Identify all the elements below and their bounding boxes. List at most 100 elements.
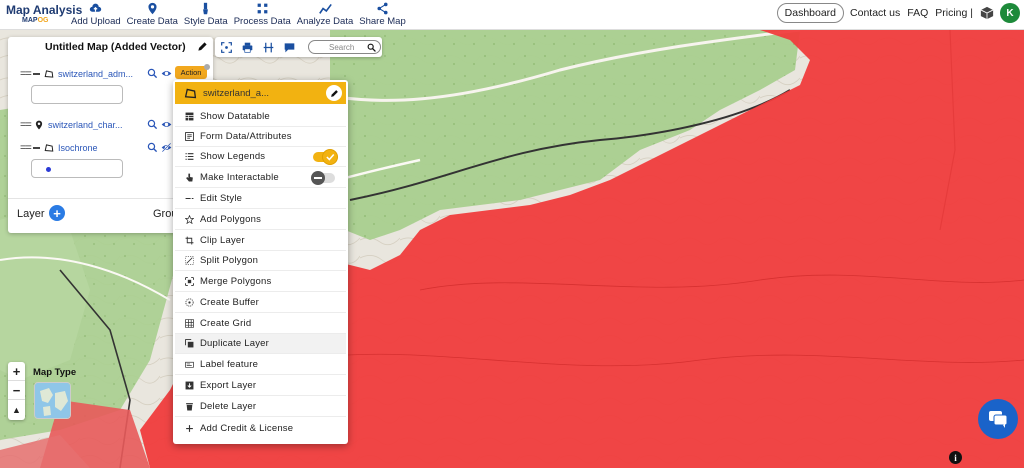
pin-icon xyxy=(35,120,43,130)
menu-add-credit[interactable]: Add Credit & License xyxy=(175,418,346,438)
menu-delete-layer[interactable]: Delete Layer xyxy=(175,397,346,417)
edit-title-icon[interactable] xyxy=(197,41,208,52)
visibility-off-icon[interactable] xyxy=(161,142,172,153)
menu-item-label: Form Data/Attributes xyxy=(200,131,292,142)
comment-icon[interactable] xyxy=(284,42,295,53)
menu-create-buffer[interactable]: Create Buffer xyxy=(175,293,346,313)
fullscreen-focus-icon[interactable] xyxy=(221,41,232,53)
nav-label: Add Upload xyxy=(71,16,121,27)
pencil-icon xyxy=(330,89,338,97)
zoom-in-button[interactable]: + xyxy=(8,362,25,381)
add-layer-button[interactable]: + xyxy=(49,205,65,221)
legends-toggle-on[interactable] xyxy=(313,150,337,164)
menu-form-data[interactable]: Form Data/Attributes xyxy=(175,127,346,147)
nav-analyze-data[interactable]: Analyze Data xyxy=(294,0,357,27)
rename-layer-button[interactable] xyxy=(326,85,342,101)
polygon-icon xyxy=(44,144,54,152)
action-indicator-dot xyxy=(204,64,210,70)
nav-label: Process Data xyxy=(233,16,291,27)
menu-edit-style[interactable]: Edit Style xyxy=(175,189,346,209)
info-icon[interactable]: i xyxy=(949,451,962,464)
reset-north-button[interactable]: ▲ xyxy=(8,400,25,419)
nav-share-map[interactable]: Share Map xyxy=(356,0,408,27)
layer-name[interactable]: switzerland_adm... xyxy=(58,69,133,79)
menu-make-interactable[interactable]: Make Interactable xyxy=(175,168,346,188)
chat-support-button[interactable] xyxy=(978,399,1018,439)
chat-bubble-icon xyxy=(989,411,1008,428)
zoom-to-layer-icon[interactable] xyxy=(147,142,158,153)
drag-handle-icon[interactable]: == xyxy=(20,142,32,154)
analyze-chart-icon xyxy=(318,3,332,14)
menu-item-label: Label feature xyxy=(200,359,259,370)
dashboard-button[interactable]: Dashboard xyxy=(776,3,845,23)
drag-handle-icon[interactable]: == xyxy=(20,68,32,80)
layer-name[interactable]: switzerland_char... xyxy=(48,120,123,130)
trash-icon xyxy=(186,403,193,411)
cube-icon[interactable] xyxy=(980,6,994,20)
merge-icon xyxy=(185,277,194,286)
right-nav: Dashboard Contact us FAQ Pricing | K xyxy=(776,3,1020,23)
layer-section-label: Layer xyxy=(17,208,45,220)
search-icon[interactable] xyxy=(367,43,376,52)
nav-style-data[interactable]: Style Data xyxy=(181,0,231,27)
action-button[interactable]: Action xyxy=(175,66,207,79)
export-icon xyxy=(185,381,194,390)
pricing-link[interactable]: Pricing | xyxy=(935,7,973,19)
menu-item-label: Show Datatable xyxy=(200,111,270,122)
cloud-upload-icon xyxy=(90,3,102,12)
menu-label-feature[interactable]: Label feature xyxy=(175,355,346,375)
layer-row-actions xyxy=(147,142,175,153)
menu-duplicate-layer[interactable]: Duplicate Layer xyxy=(175,334,346,354)
table-icon xyxy=(185,112,194,121)
line-style-icon xyxy=(33,147,40,149)
search-placeholder: Search xyxy=(329,42,355,52)
map-title: Untitled Map (Added Vector) xyxy=(45,41,186,53)
map-toolbar: Search xyxy=(215,37,382,57)
nav-process-data[interactable]: Process Data xyxy=(231,0,294,27)
list-icon xyxy=(185,153,194,160)
star-icon xyxy=(185,215,194,224)
process-nodes-icon xyxy=(257,3,268,14)
menu-split-polygon[interactable]: Split Polygon xyxy=(175,251,346,271)
search-input[interactable]: Search xyxy=(308,40,381,54)
nav-label: Create Data xyxy=(126,16,178,27)
form-icon xyxy=(185,132,194,141)
menu-export-layer[interactable]: Export Layer xyxy=(175,376,346,396)
zoom-to-layer-icon[interactable] xyxy=(147,68,158,79)
menu-show-datatable[interactable]: Show Datatable xyxy=(175,107,346,127)
paint-brush-icon xyxy=(203,2,209,15)
menu-layer-name: switzerland_a... xyxy=(203,87,270,99)
menu-item-label: Create Grid xyxy=(200,318,252,329)
menu-create-grid[interactable]: Create Grid xyxy=(175,314,346,334)
legend-swatch-box[interactable] xyxy=(31,159,123,178)
layer-action-menu: switzerland_a... Show Datatable Form Dat… xyxy=(173,80,348,444)
menu-item-label: Edit Style xyxy=(200,193,243,204)
zoom-to-layer-icon[interactable] xyxy=(147,119,158,130)
layer-row-actions xyxy=(147,119,175,130)
print-icon[interactable] xyxy=(242,42,253,53)
contact-link[interactable]: Contact us xyxy=(850,7,900,19)
menu-merge-polygons[interactable]: Merge Polygons xyxy=(175,272,346,292)
drag-handle-icon[interactable]: == xyxy=(20,119,32,131)
legend-swatch-box[interactable] xyxy=(31,85,123,104)
map-pin-icon xyxy=(148,2,157,15)
zoom-out-button[interactable]: − xyxy=(8,381,25,400)
nav-create-data[interactable]: Create Data xyxy=(124,0,181,27)
menu-add-polygons[interactable]: Add Polygons xyxy=(175,210,346,230)
interactable-toggle-off[interactable] xyxy=(311,171,335,185)
map-type-thumbnail[interactable] xyxy=(34,382,71,419)
menu-clip-layer[interactable]: Clip Layer xyxy=(175,231,346,251)
visibility-eye-icon[interactable] xyxy=(161,68,172,79)
layer-row-actions xyxy=(147,68,175,79)
faq-link[interactable]: FAQ xyxy=(907,7,928,19)
layer-name[interactable]: Isochrone xyxy=(58,143,98,153)
polygon-icon xyxy=(184,88,197,98)
split-icon xyxy=(185,256,194,265)
measure-icon[interactable] xyxy=(263,42,274,53)
menu-show-legends[interactable]: Show Legends xyxy=(175,147,346,167)
visibility-eye-icon[interactable] xyxy=(161,119,172,130)
logo-subtitle: MAPOG xyxy=(22,17,49,24)
avatar[interactable]: K xyxy=(1000,3,1020,23)
main-nav: Add Upload Create Data Style Data Proces… xyxy=(68,0,409,27)
nav-add-upload[interactable]: Add Upload xyxy=(68,0,124,27)
